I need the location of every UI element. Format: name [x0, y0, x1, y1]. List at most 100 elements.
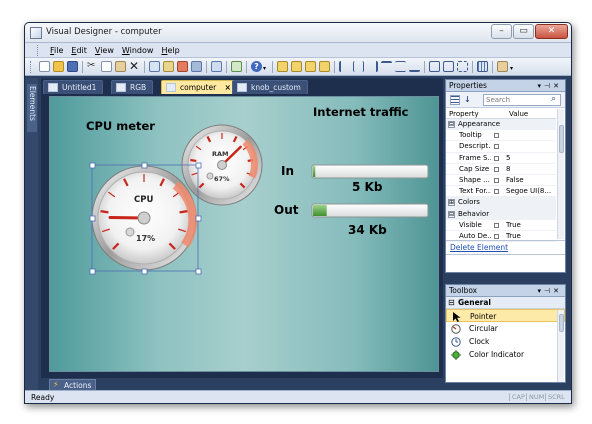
side-panel-strip: Elements [25, 78, 38, 391]
property-row[interactable]: Tooltip [446, 130, 556, 142]
menu-window[interactable]: Window [122, 46, 154, 55]
align-center-icon[interactable] [353, 61, 364, 72]
menu-help[interactable]: Help [161, 46, 179, 55]
property-category[interactable]: ⊟ Behavior [446, 208, 556, 220]
property-checkbox[interactable] [494, 166, 499, 172]
collapse-icon[interactable]: ⊟ [448, 210, 455, 218]
align-middle-icon[interactable] [395, 61, 406, 72]
menu-bar: File Edit View Window Help [25, 43, 571, 58]
expand-icon[interactable]: ⊞ [448, 199, 455, 207]
pin-icon[interactable]: ⊣ [544, 82, 553, 90]
properties-panel: Properties ▾⊣✕ ↓ Search ⌕ Property Value… [445, 79, 566, 273]
align-top-icon[interactable] [381, 61, 392, 72]
tab-knob-custom[interactable]: knob_custom [232, 80, 308, 94]
close-button[interactable]: ✕ [535, 24, 568, 39]
resize-handle [195, 268, 202, 275]
property-value[interactable]: False [506, 175, 524, 185]
options-icon[interactable] [497, 61, 508, 72]
toolbox-item-color-indicator[interactable]: Color Indicator [446, 348, 565, 361]
scrollbar-thumb[interactable] [559, 125, 564, 153]
same-width-icon[interactable] [429, 61, 440, 72]
property-value[interactable]: Segoe UI(8... [506, 186, 551, 196]
open-folder-icon[interactable] [53, 61, 64, 72]
tab-untitled1[interactable]: Untitled1 [43, 80, 104, 94]
property-value[interactable]: 8 [506, 164, 510, 174]
property-checkbox[interactable] [494, 222, 499, 228]
property-row[interactable]: Text For... Segoe UI(8... [446, 186, 556, 198]
wand-icon[interactable] [191, 61, 202, 72]
tab-rgb[interactable]: RGB [111, 80, 154, 94]
cut-icon[interactable]: ✂ [87, 61, 98, 72]
tab-computer[interactable]: computer × [161, 80, 238, 94]
categorized-icon[interactable] [450, 95, 460, 105]
property-value[interactable]: 5 [506, 153, 510, 163]
gauge-tick [190, 158, 197, 163]
property-category[interactable]: ⊟ Appearance [446, 119, 556, 131]
design-canvas[interactable]: CPU meter CPU 17% RAM 67% Internet traff… [49, 96, 439, 372]
menu-file[interactable]: File [50, 46, 63, 55]
toolbox-group-general[interactable]: General [446, 297, 565, 309]
property-checkbox[interactable] [494, 189, 499, 195]
search-icon[interactable]: ⌕ [551, 95, 561, 105]
caps-indicator: CAP [509, 393, 527, 401]
toolbox-item-clock[interactable]: Clock [446, 335, 565, 348]
property-row[interactable]: Cap Size 8 [446, 164, 556, 175]
close-icon[interactable]: ✕ [553, 287, 562, 295]
copy-icon[interactable] [101, 61, 112, 72]
same-height-icon[interactable] [443, 61, 454, 72]
property-value[interactable]: True [506, 220, 521, 230]
toolbox-item-pointer[interactable]: Pointer [446, 309, 565, 322]
same-size-icon[interactable] [457, 61, 468, 72]
property-row[interactable]: Frame S... 5 [446, 153, 556, 164]
align-right-icon[interactable] [367, 61, 378, 72]
run-icon[interactable] [231, 61, 242, 72]
toolbox-item-circular[interactable]: Circular [446, 322, 565, 335]
property-checkbox[interactable] [494, 144, 499, 150]
resize-handle [141, 162, 148, 169]
properties-search-input[interactable]: Search [483, 94, 561, 106]
help-icon[interactable]: ? [251, 61, 262, 72]
cpu-gauge[interactable] [91, 165, 198, 271]
chevron-down-icon[interactable]: ▾ [263, 61, 269, 72]
property-row[interactable]: Descript... [446, 141, 556, 153]
pin-icon[interactable]: ⊣ [544, 287, 553, 295]
delete-icon[interactable]: ✕ [129, 60, 140, 72]
bring-front-icon[interactable] [277, 61, 288, 72]
property-row[interactable]: Visible True [446, 220, 556, 231]
ungroup-icon[interactable] [319, 61, 330, 72]
sort-alpha-icon[interactable]: ↓ [464, 95, 474, 105]
form-icon[interactable] [149, 61, 160, 72]
close-tab-icon[interactable]: × [225, 83, 231, 92]
collapse-icon[interactable]: ⊟ [448, 121, 455, 128]
paste-icon[interactable] [115, 61, 126, 72]
align-left-icon[interactable] [339, 61, 350, 72]
tools-icon[interactable] [177, 61, 188, 72]
toolbox-item-label: Color Indicator [469, 350, 525, 359]
properties-icon[interactable] [163, 61, 174, 72]
new-file-icon[interactable] [39, 61, 50, 72]
internet-traffic-title: Internet traffic [313, 105, 409, 119]
menu-view[interactable]: View [95, 46, 114, 55]
property-checkbox[interactable] [494, 155, 499, 161]
delete-element-link[interactable]: Delete Element [450, 243, 508, 252]
close-icon[interactable]: ✕ [553, 82, 562, 90]
toolbox-scrollbar[interactable] [557, 310, 564, 382]
preview-icon[interactable] [211, 61, 222, 72]
scrollbar-thumb[interactable] [559, 314, 564, 332]
minimize-button[interactable]: – [491, 24, 512, 39]
grid-icon[interactable] [477, 61, 488, 72]
properties-scrollbar[interactable] [557, 109, 564, 239]
align-bottom-icon[interactable] [409, 61, 420, 72]
send-back-icon[interactable] [291, 61, 302, 72]
save-icon[interactable] [67, 61, 78, 72]
property-row[interactable]: Shape ... False [446, 175, 556, 187]
property-checkbox[interactable] [494, 133, 499, 139]
property-checkbox[interactable] [494, 233, 499, 239]
group-icon[interactable] [305, 61, 316, 72]
elements-side-tab[interactable]: Elements [27, 84, 37, 132]
chevron-down-icon[interactable]: ▾ [510, 61, 516, 72]
menu-edit[interactable]: Edit [71, 46, 87, 55]
property-category[interactable]: ⊞ Colors [446, 197, 556, 209]
maximize-button[interactable]: ▭ [513, 24, 534, 39]
property-checkbox[interactable] [494, 177, 499, 183]
